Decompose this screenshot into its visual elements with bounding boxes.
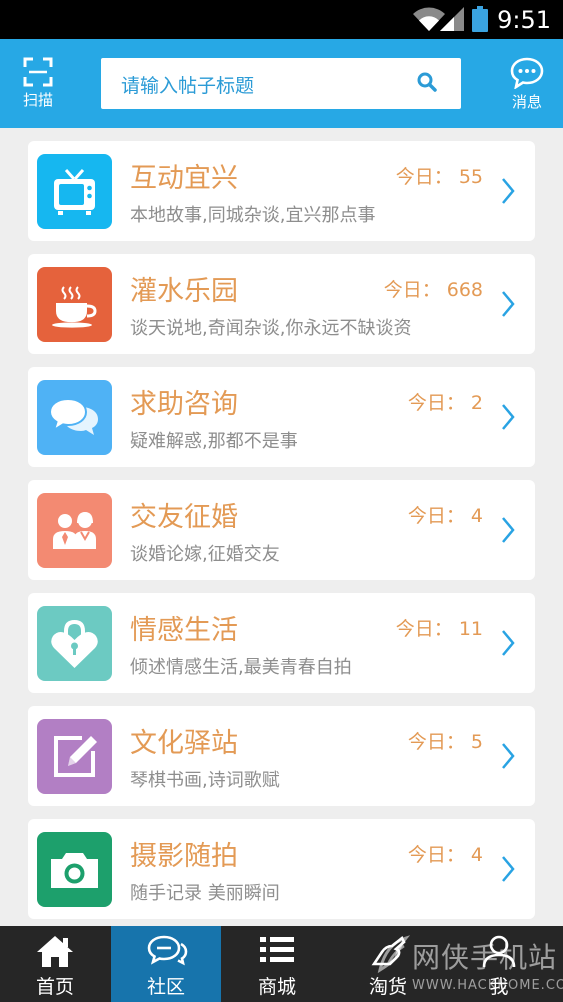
coffee-cup-icon bbox=[52, 286, 97, 328]
search-input[interactable]: 请输入帖子标题 bbox=[101, 58, 461, 109]
forum-description: 随手记录 美丽瞬间 bbox=[130, 883, 280, 904]
forum-title: 摄影随拍 bbox=[130, 841, 238, 872]
clock: 9:51 bbox=[497, 6, 551, 34]
camera-icon bbox=[51, 853, 98, 888]
chevron-right-icon bbox=[502, 630, 515, 656]
chevron-right-icon bbox=[502, 743, 515, 769]
home-icon bbox=[37, 936, 73, 967]
forum-description: 本地故事,同城杂谈,宜兴那点事 bbox=[130, 205, 376, 226]
forum-icon-box bbox=[37, 380, 112, 455]
status-bar: 9:51 bbox=[0, 0, 563, 39]
tv-icon bbox=[54, 169, 95, 215]
scan-button[interactable]: 扫描 bbox=[10, 57, 66, 117]
chevron-right-icon bbox=[502, 856, 515, 882]
today-count: 今日： 2 bbox=[407, 392, 483, 414]
forum-title: 交友征婚 bbox=[130, 502, 238, 533]
nav-community-label: 社区 bbox=[146, 976, 185, 998]
today-count: 今日： 4 bbox=[407, 505, 483, 527]
chevron-right-icon bbox=[502, 291, 515, 317]
nav-mall-label: 商城 bbox=[257, 976, 296, 998]
forum-description: 琴棋书画,诗词歌赋 bbox=[130, 770, 280, 791]
forum-item-culture-station[interactable]: 文化驿站 琴棋书画,诗词歌赋 今日： 5 bbox=[28, 706, 535, 806]
watermark-text: 网侠手机站 bbox=[412, 941, 558, 974]
today-count: 今日： 4 bbox=[407, 844, 483, 866]
forum-icon-box bbox=[37, 493, 112, 568]
watermark-logo-icon bbox=[377, 935, 410, 974]
forum-description: 疑难解惑,那都不是事 bbox=[130, 431, 298, 452]
chevron-right-icon bbox=[502, 517, 515, 543]
forum-title: 求助咨询 bbox=[130, 389, 238, 420]
forum-item-dating-marriage[interactable]: 交友征婚 谈婚论嫁,征婚交友 今日： 4 bbox=[28, 480, 535, 580]
forum-item-emotional-life[interactable]: 情感生活 倾述情感生活,最美青春自拍 今日： 11 bbox=[28, 593, 535, 693]
chevron-right-icon bbox=[502, 178, 515, 204]
battery-icon bbox=[472, 6, 488, 32]
forum-title: 灌水乐园 bbox=[130, 276, 238, 307]
forum-title: 互动宜兴 bbox=[130, 163, 238, 194]
forum-item-help-consult[interactable]: 求助咨询 疑难解惑,那都不是事 今日： 2 bbox=[28, 367, 535, 467]
watermark: 网侠手机站 WWW.HACKHOME.COM bbox=[368, 926, 563, 1002]
today-count: 今日： 55 bbox=[395, 166, 483, 188]
heart-lock-icon bbox=[51, 619, 98, 668]
chat-bubbles-icon bbox=[48, 397, 98, 435]
signal-icon bbox=[440, 7, 464, 31]
community-chat-icon bbox=[147, 935, 188, 966]
forum-icon-box bbox=[37, 154, 112, 229]
list-icon bbox=[260, 937, 294, 962]
watermark-url: WWW.HACKHOME.COM bbox=[412, 978, 563, 993]
header-bar: 扫描 请输入帖子标题 消息 bbox=[0, 39, 563, 128]
forum-item-interactive-yixing[interactable]: 互动宜兴 本地故事,同城杂谈,宜兴那点事 今日： 55 bbox=[28, 141, 535, 241]
forum-item-photography[interactable]: 摄影随拍 随手记录 美丽瞬间 今日： 4 bbox=[28, 819, 535, 919]
scan-icon bbox=[23, 57, 53, 87]
forum-icon-box bbox=[37, 719, 112, 794]
nav-home[interactable]: 首页 bbox=[0, 926, 110, 1002]
forum-list: 互动宜兴 本地故事,同城杂谈,宜兴那点事 今日： 55 灌水乐园 谈天说地,奇闻… bbox=[28, 141, 535, 932]
forum-icon-box bbox=[37, 832, 112, 907]
search-placeholder: 请输入帖子标题 bbox=[121, 75, 255, 97]
nav-home-label: 首页 bbox=[35, 976, 74, 998]
message-label: 消息 bbox=[511, 93, 542, 111]
forum-icon-box bbox=[37, 267, 112, 342]
scan-label: 扫描 bbox=[22, 91, 53, 109]
search-icon[interactable] bbox=[417, 72, 437, 92]
message-icon bbox=[510, 57, 544, 89]
today-count: 今日： 11 bbox=[395, 618, 483, 640]
chevron-right-icon bbox=[502, 404, 515, 430]
forum-description: 谈天说地,奇闻杂谈,你永远不缺谈资 bbox=[130, 318, 412, 339]
nav-mall[interactable]: 商城 bbox=[222, 926, 332, 1002]
edit-icon bbox=[54, 736, 97, 777]
couple-icon bbox=[53, 512, 96, 549]
forum-item-water-park[interactable]: 灌水乐园 谈天说地,奇闻杂谈,你永远不缺谈资 今日： 668 bbox=[28, 254, 535, 354]
today-count: 今日： 5 bbox=[407, 731, 483, 753]
message-button[interactable]: 消息 bbox=[499, 57, 555, 117]
forum-icon-box bbox=[37, 606, 112, 681]
forum-description: 谈婚论嫁,征婚交友 bbox=[130, 544, 280, 565]
forum-title: 文化驿站 bbox=[130, 728, 238, 759]
forum-title: 情感生活 bbox=[130, 615, 238, 646]
forum-description: 倾述情感生活,最美青春自拍 bbox=[130, 657, 352, 678]
nav-community[interactable]: 社区 bbox=[111, 926, 221, 1002]
today-count: 今日： 668 bbox=[383, 279, 483, 301]
bottom-nav: 首页 社区 商城 淘货 我 网侠手机站 WWW.HACKHOME.COM bbox=[0, 926, 563, 1002]
